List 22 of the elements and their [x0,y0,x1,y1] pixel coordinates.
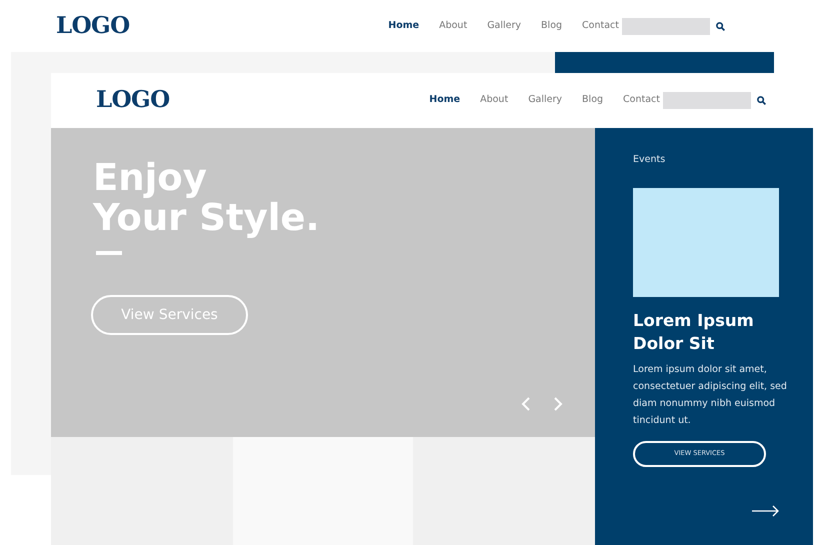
search-icon[interactable] [716,22,725,30]
section-label: Events [633,153,666,167]
search-icon[interactable] [757,96,766,105]
nav-link[interactable]: Contact [582,18,619,34]
event-heading: Lorem Ipsum Dolor Sit [633,310,755,356]
nav-link[interactable]: About [480,93,508,108]
nav-link[interactable]: Home [429,93,460,108]
nav-link[interactable]: Gallery [487,18,522,34]
nav-link[interactable]: Home [388,18,420,34]
hero-title: Enjoy Your Style. [93,158,320,238]
right-arrow-icon[interactable] [752,505,780,517]
nav-link[interactable]: Blog [582,93,604,108]
nav-link[interactable]: About [439,18,468,34]
search-field[interactable] [622,18,710,34]
logo[interactable]: LOGO [96,83,170,118]
nav-link[interactable]: Contact [623,93,660,108]
title-underline [96,251,122,255]
nav-link[interactable]: Blog [541,18,562,34]
event-description: Lorem ipsum dolor sit amet, consectetuer adipiscing elit, sed diam nonummy nibh euismod tincidunt ut. [633,363,788,428]
logo[interactable]: LOGO [56,8,130,44]
nav-link[interactable]: Gallery [528,93,562,108]
search-field[interactable] [663,92,751,109]
